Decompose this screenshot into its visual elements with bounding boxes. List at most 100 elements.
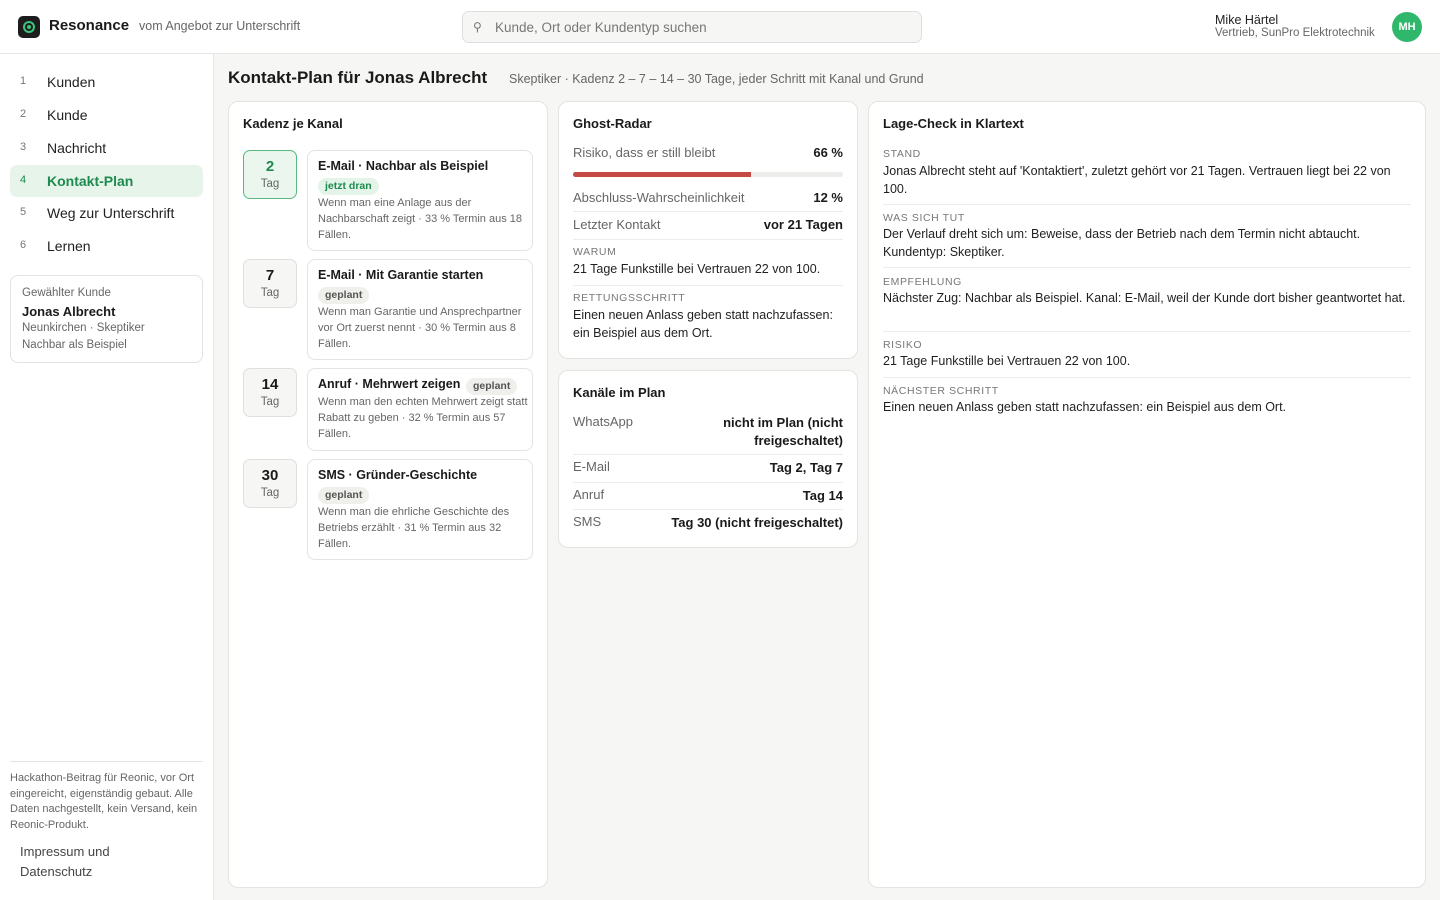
impressum-link[interactable]: Impressum und Datenschutz	[20, 842, 170, 882]
day-number: 7	[265, 267, 275, 284]
search-icon: ⚲	[473, 20, 482, 34]
divider	[883, 377, 1411, 378]
search-box[interactable]: ⚲	[462, 11, 922, 43]
section-text: Der Verlauf dreht sich um: Beweise, dass…	[883, 227, 1361, 259]
selected-customer-card[interactable]: Gewählter Kunde Jonas Albrecht Neunkirch…	[10, 275, 203, 363]
ghost-radar-card: Ghost-Radar Risiko, dass er still bleibt…	[558, 101, 858, 359]
sidebar-item-nachricht[interactable]: 3 Nachricht	[10, 132, 203, 164]
nav-label: Kontakt-Plan	[47, 173, 134, 189]
day-unit: Tag	[260, 487, 280, 499]
ghost-radar-title: Ghost-Radar	[573, 116, 652, 131]
divider	[883, 331, 1411, 332]
page-title: Kontakt-Plan für Jonas Albrecht	[228, 68, 488, 87]
last-contact-row: Letzter Kontakt vor 21 Tagen	[573, 212, 843, 238]
step-title: SMS · Gründer-Geschichte	[318, 468, 478, 482]
divider	[573, 285, 843, 286]
step-description: Wenn man eine Anlage aus der Nachbarscha…	[318, 197, 523, 241]
sidebar: 1 Kunden 2 Kunde 3 Nachricht 4 Kontakt-P…	[0, 54, 214, 900]
sidebar-divider	[10, 761, 203, 762]
day-marker: 2 Tag	[243, 150, 297, 199]
cadence-step[interactable]: Anruf · Mehrwert zeigen geplant Wenn man…	[307, 368, 533, 451]
app-tagline: vom Angebot zur Unterschrift	[139, 19, 301, 33]
channel-name: E-Mail	[573, 459, 610, 474]
channel-days: Tag 30 (nicht freigeschaltet)	[671, 515, 843, 530]
nav-number: 3	[20, 141, 27, 153]
close-probability-value: 12 %	[813, 190, 843, 205]
lage-check-title: Lage-Check in Klartext	[883, 116, 1024, 131]
risk-label: Risiko, dass er still bleibt	[573, 145, 716, 160]
risk-bar	[573, 172, 843, 177]
nav-label: Nachricht	[47, 140, 107, 156]
day-number: 2	[265, 158, 275, 175]
user-name: Mike Härtel	[1215, 13, 1279, 27]
status-badge: geplant	[318, 287, 370, 304]
search-input[interactable]	[495, 12, 915, 42]
day-number: 30	[261, 467, 279, 484]
risk-row: Risiko, dass er still bleibt 66 %	[573, 140, 843, 166]
selected-customer-name: Jonas Albrecht	[22, 304, 116, 319]
sidebar-item-kontakt-plan[interactable]: 4 Kontakt-Plan	[10, 165, 203, 197]
channel-row-sms: SMS Tag 30 (nicht freigeschaltet)	[573, 514, 843, 534]
sidebar-item-kunde[interactable]: 2 Kunde	[10, 99, 203, 131]
day-marker: 30 Tag	[243, 459, 297, 508]
status-badge: jetzt dran	[318, 178, 379, 195]
cadence-title: Kadenz je Kanal	[243, 116, 343, 131]
section-caption: NÄCHSTER SCHRITT	[883, 385, 999, 397]
sidebar-item-lernen[interactable]: 6 Lernen	[10, 230, 203, 262]
channel-row-anruf: Anruf Tag 14	[573, 487, 843, 507]
selected-customer-approach: Nachbar als Beispiel	[22, 339, 127, 351]
hackathon-note: Hackathon-Beitrag für Reonic, vor Ort ei…	[10, 772, 198, 832]
day-unit: Tag	[260, 396, 280, 408]
app-brand[interactable]: Resonance	[49, 17, 129, 34]
day-marker: 7 Tag	[243, 259, 297, 308]
risk-value: 66 %	[813, 145, 843, 160]
channel-row-email: E-Mail Tag 2, Tag 7	[573, 459, 843, 479]
step-description: Wenn man Garantie und Ansprechpartner vo…	[318, 306, 522, 350]
sidebar-item-kunden[interactable]: 1 Kunden	[10, 66, 203, 98]
channels-card: Kanäle im Plan WhatsApp nicht im Plan (n…	[558, 370, 858, 548]
nav-number: 4	[20, 174, 27, 186]
day-unit: Tag	[260, 178, 280, 190]
channel-name: WhatsApp	[573, 414, 633, 429]
close-probability-row: Abschluss-Wahrscheinlichkeit 12 %	[573, 185, 843, 211]
divider	[883, 204, 1411, 205]
user-role: Vertrieb, SunPro Elektrotechnik	[1215, 27, 1375, 39]
nav-label: Kunden	[47, 74, 96, 90]
last-contact-value: vor 21 Tagen	[763, 217, 843, 232]
cadence-step[interactable]: SMS · Gründer-Geschichte geplant Wenn ma…	[307, 459, 533, 560]
channel-days: Tag 2, Tag 7	[769, 460, 843, 475]
nav-label: Weg zur Unterschrift	[47, 205, 175, 221]
rescue-text: Einen neuen Anlass geben statt nachzufas…	[573, 308, 833, 340]
section-caption: EMPFEHLUNG	[883, 276, 962, 288]
nav-label: Lernen	[47, 238, 91, 254]
step-description: Wenn man die ehrliche Geschichte des Bet…	[318, 506, 510, 550]
section-text: Nächster Zug: Nachbar als Beispiel. Kana…	[883, 291, 1406, 305]
channel-days: Tag 14	[802, 488, 843, 503]
channel-name: SMS	[573, 514, 602, 529]
sidebar-item-weg-zur-unterschrift[interactable]: 5 Weg zur Unterschrift	[10, 197, 203, 229]
section-caption: WAS SICH TUT	[883, 212, 965, 224]
section-text: 21 Tage Funkstille bei Vertrauen 22 von …	[883, 354, 1131, 368]
close-probability-label: Abschluss-Wahrscheinlichkeit	[573, 190, 745, 205]
cadence-card: Kadenz je Kanal 2 Tag E-Mail · Nachbar a…	[228, 101, 548, 888]
section-text: Einen neuen Anlass geben statt nachzufas…	[883, 400, 1287, 414]
lage-check-card: Lage-Check in Klartext STAND Jonas Albre…	[868, 101, 1426, 888]
section-caption: STAND	[883, 148, 921, 160]
divider	[573, 454, 843, 455]
avatar[interactable]: MH	[1392, 12, 1422, 42]
nav-label: Kunde	[47, 107, 88, 123]
last-contact-label: Letzter Kontakt	[573, 217, 661, 232]
divider	[573, 482, 843, 483]
status-badge: geplant	[466, 378, 518, 395]
channel-row-whatsapp: WhatsApp nicht im Plan (nicht freigescha…	[573, 414, 843, 450]
nav-number: 5	[20, 206, 27, 218]
selected-customer-title: Gewählter Kunde	[22, 287, 111, 299]
logo-icon[interactable]	[18, 16, 40, 38]
step-title: E-Mail · Mit Garantie starten	[318, 268, 484, 282]
cadence-step[interactable]: E-Mail · Nachbar als Beispiel jetzt dran…	[307, 150, 533, 251]
divider	[573, 509, 843, 510]
day-number: 14	[261, 376, 279, 393]
cadence-step[interactable]: E-Mail · Mit Garantie starten geplant We…	[307, 259, 533, 360]
nav-number: 6	[20, 239, 27, 251]
status-badge: geplant	[318, 487, 370, 504]
